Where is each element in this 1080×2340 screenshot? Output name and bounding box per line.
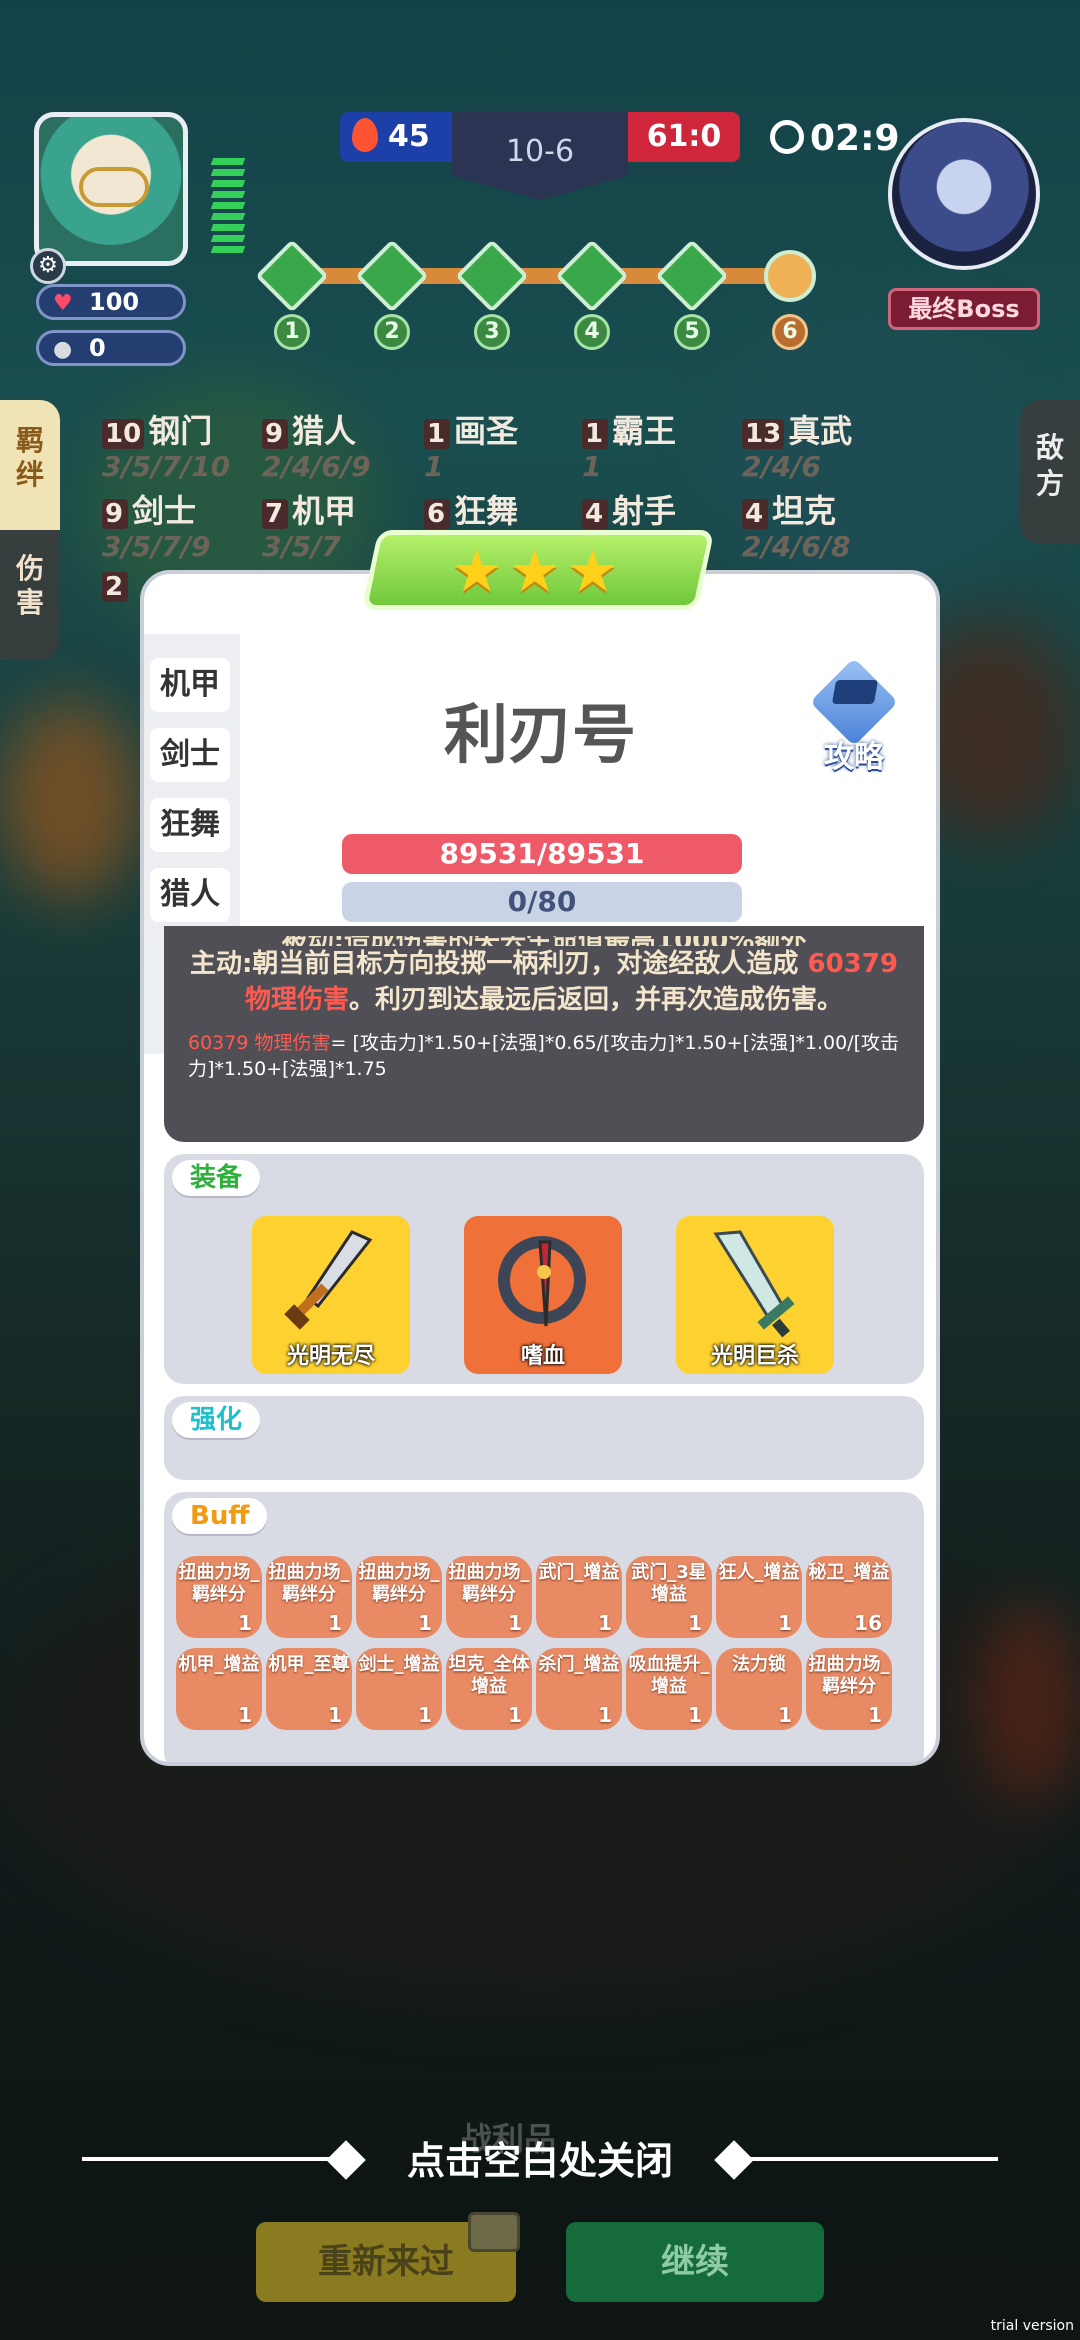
class-tab[interactable]: 猎人	[148, 866, 232, 924]
greatsword-icon	[713, 1230, 795, 1338]
equipment-item[interactable]: 光明巨杀	[676, 1216, 834, 1374]
buff-item[interactable]: 机甲_增益 1	[176, 1648, 262, 1730]
mana-bar: 0/80	[342, 882, 742, 922]
buff-item[interactable]: 机甲_至尊 1	[266, 1648, 352, 1730]
buff-item[interactable]: 扭曲力场_羁绊分 1	[266, 1556, 352, 1638]
skill-description: 被动:造成伤害的失去生命值最高1000%额外 主动:朝当前目标方向投掷一柄利刃，…	[164, 926, 924, 1142]
synergy-item[interactable]: 4 射手	[582, 486, 676, 532]
video-ad-icon	[468, 2212, 520, 2252]
buff-item[interactable]: 杀门_增益 1	[536, 1648, 622, 1730]
unit-name: 利刃号	[444, 699, 636, 773]
buff-item[interactable]: 扭曲力场_羁绊分 1	[446, 1556, 532, 1638]
buff-item[interactable]: 法力锁 1	[716, 1648, 802, 1730]
stage-number: 3	[474, 314, 510, 350]
enhance-section: 强化	[164, 1396, 924, 1480]
buff-item[interactable]: 扭曲力场_羁绊分 1	[806, 1648, 892, 1730]
player-avatar[interactable]	[34, 112, 188, 266]
equipment-label: 装备	[172, 1160, 261, 1196]
buff-item[interactable]: 武门_增益 1	[536, 1556, 622, 1638]
stage-number: 4	[574, 314, 610, 350]
retry-button[interactable]: 重新来过	[256, 2212, 520, 2302]
star-icons: ★★★	[450, 537, 625, 605]
unit-detail-modal: 机甲 剑士 狂舞 猎人 利刃号 攻略 89531/89531 0/80 被动:造…	[140, 570, 940, 1766]
stage-number: 1	[274, 314, 310, 350]
stage-number: 6	[772, 314, 808, 350]
round-timer: 02:9	[770, 118, 900, 159]
buff-item[interactable]: 狂人_增益 1	[716, 1556, 802, 1638]
graduation-cap-icon	[831, 680, 879, 704]
buff-section: Buff 扭曲力场_羁绊分 1 扭曲力场_羁绊分 1 扭曲力场_羁绊分 1 扭曲力场_…	[164, 1492, 924, 1762]
synergy-item[interactable]: 1 画圣 1	[424, 406, 518, 483]
tab-synergy[interactable]: 羁绊	[0, 400, 60, 530]
bloodthirst-blade-icon	[498, 1236, 586, 1327]
buff-item[interactable]: 剑士_增益 1	[356, 1648, 442, 1730]
boss-label: 最终Boss	[888, 288, 1040, 330]
class-tab[interactable]: 机甲	[148, 656, 232, 714]
buff-item[interactable]: 扭曲力场_羁绊分 1	[176, 1556, 262, 1638]
score-panel: 45 10-6 61:0	[340, 112, 740, 200]
buff-label: Buff	[172, 1498, 268, 1534]
synergy-item[interactable]: 13 真武 2/4/6	[742, 406, 852, 483]
star-rating-banner: ★★★	[361, 530, 715, 610]
synergy-item[interactable]: 7 机甲 3/5/7	[262, 486, 356, 563]
buff-item[interactable]: 扭曲力场_羁绊分 1	[356, 1556, 442, 1638]
heart-icon: ♥	[53, 291, 73, 316]
coins-counter: ● 0	[36, 330, 186, 366]
buff-item[interactable]: 吸血提升_增益 1	[626, 1648, 712, 1730]
buff-item[interactable]: 坦克_全体增益 1	[446, 1648, 532, 1730]
synergy-item[interactable]: 4 坦克 2/4/6/8	[742, 486, 851, 563]
stage-number: 2	[374, 314, 410, 350]
guide-button[interactable]: 攻略	[806, 657, 902, 775]
class-tab[interactable]: 狂舞	[148, 796, 232, 854]
synergy-item[interactable]: 2	[102, 572, 132, 602]
damage-formula: 60379 物理伤害= [攻击力]*1.50+[法强]*0.65/[攻击力]*1…	[188, 1032, 900, 1080]
continue-button[interactable]: 继续	[566, 2222, 824, 2302]
class-tab[interactable]: 剑士	[148, 726, 232, 784]
left-side-tabs: 羁绊 伤害	[0, 400, 60, 660]
equipment-item[interactable]: 嗜血	[464, 1216, 622, 1374]
passive-skill-text: 被动:造成伤害的失去生命值最高1000%额外	[188, 936, 900, 946]
synergy-item[interactable]: 6 狂舞	[424, 486, 518, 532]
hp-bar: 89531/89531	[342, 834, 742, 874]
pixel-sword-icon	[284, 1230, 373, 1330]
synergy-item[interactable]: 9 猎人 2/4/6/9	[262, 406, 371, 483]
buff-item[interactable]: 秘卫_增益 16	[806, 1556, 892, 1638]
tab-damage[interactable]: 伤害	[0, 552, 60, 620]
boss-stage-icon	[764, 250, 816, 302]
close-hint: 点击空白处关闭	[406, 2139, 673, 2183]
synergy-item[interactable]: 9 剑士 3/5/7/9	[102, 486, 211, 563]
gear-icon[interactable]: ⚙	[30, 248, 66, 284]
avatar-glasses	[79, 167, 149, 207]
equipment-item[interactable]: 光明无尽	[252, 1216, 410, 1374]
player-score: 45	[340, 112, 460, 162]
hearts-counter: ♥ 100	[36, 284, 186, 320]
clock-icon	[770, 120, 804, 154]
stage-number: 5	[674, 314, 710, 350]
tab-enemy[interactable]: 敌方	[1020, 400, 1080, 544]
energy-bars	[210, 158, 246, 268]
enhance-label: 强化	[172, 1402, 261, 1438]
trial-watermark: trial version	[990, 2318, 1074, 2334]
synergy-item[interactable]: 10 钢门 3/5/7/10	[102, 406, 230, 483]
flame-icon	[352, 118, 378, 152]
buff-grid: 扭曲力场_羁绊分 1 扭曲力场_羁绊分 1 扭曲力场_羁绊分 1 扭曲力场_羁绊分 1 …	[176, 1556, 916, 1740]
enemy-score: 61:0	[628, 112, 740, 162]
boss-avatar[interactable]	[888, 118, 1040, 270]
coin-icon: ●	[53, 337, 73, 362]
class-tabs: 机甲 剑士 狂舞 猎人	[148, 656, 232, 936]
equipment-section: 装备 光明无尽 嗜血 光明巨杀	[164, 1154, 924, 1384]
synergy-item[interactable]: 1 霸王 1	[582, 406, 676, 483]
buff-item[interactable]: 武门_3星增益 1	[626, 1556, 712, 1638]
active-skill-text: 主动:朝当前目标方向投掷一柄利刃，对途经敌人造成 60379 物理伤害。利刃到达…	[190, 949, 898, 1015]
